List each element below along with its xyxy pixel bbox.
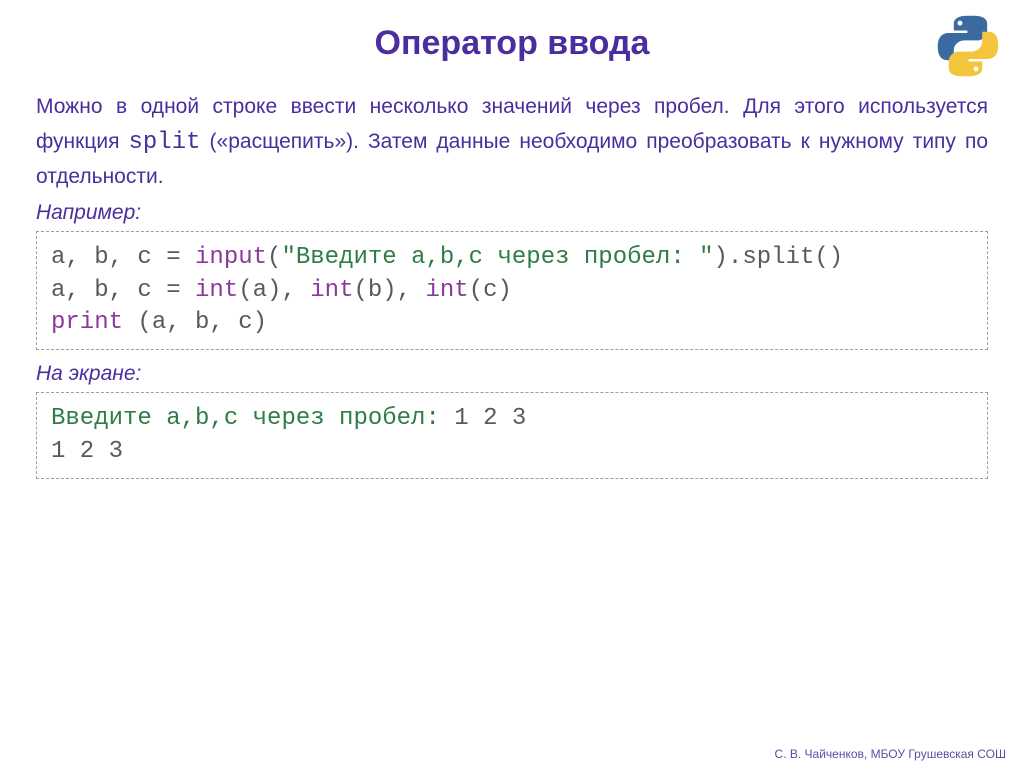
slide: Оператор ввода Можно в одной строке ввес… xyxy=(0,0,1024,767)
output-user-input: 1 2 3 xyxy=(454,405,526,432)
example-label: Например: xyxy=(36,201,988,225)
screen-label: На экране: xyxy=(36,362,988,386)
code-token-func: int xyxy=(195,277,238,304)
code-token: ( xyxy=(267,244,281,271)
code-token-func: print xyxy=(51,309,123,336)
code-token: a, b, c = xyxy=(51,277,195,304)
code-token: (b), xyxy=(353,277,425,304)
output-box: Введите a,b,c через пробел: 1 2 3 1 2 3 xyxy=(36,392,988,479)
code-token-func: int xyxy=(426,277,469,304)
python-logo-icon xyxy=(934,12,1002,80)
code-token: (c) xyxy=(469,277,512,304)
code-token-func: int xyxy=(310,277,353,304)
title-row: Оператор ввода xyxy=(36,24,988,63)
code-token: (a, b, c) xyxy=(123,309,267,336)
footer-credit: С. В. Чайченков, МБОУ Грушевская СОШ xyxy=(775,747,1006,761)
code-example-box: a, b, c = input("Введите a,b,c через про… xyxy=(36,231,988,350)
code-token-string: "Введите a,b,c через пробел: " xyxy=(281,244,713,271)
code-token: ).split() xyxy=(714,244,844,271)
output-prompt: Введите a,b,c через пробел: xyxy=(51,405,454,432)
output-result: 1 2 3 xyxy=(51,438,123,465)
intro-paragraph: Можно в одной строке ввести несколько зн… xyxy=(36,91,988,193)
code-token-func: input xyxy=(195,244,267,271)
page-title: Оператор ввода xyxy=(375,24,650,63)
inline-code-split: split xyxy=(129,129,201,156)
code-token: a, b, c = xyxy=(51,244,195,271)
code-token: (a), xyxy=(238,277,310,304)
